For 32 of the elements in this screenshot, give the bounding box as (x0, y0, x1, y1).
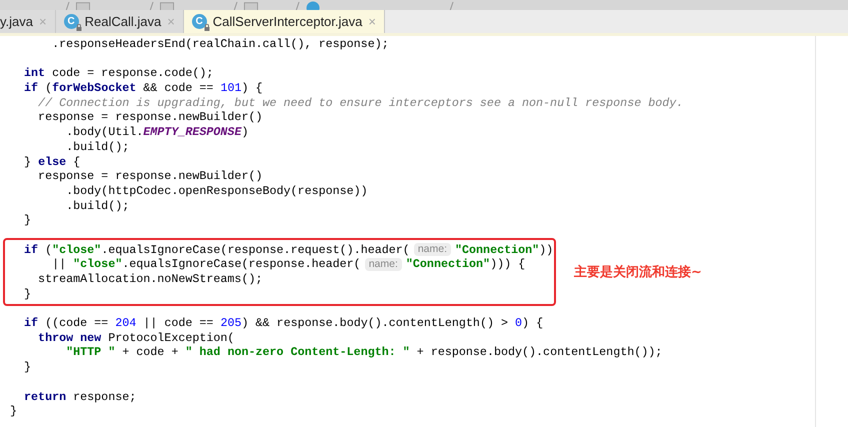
code-text: int code = response.code(); (23, 66, 214, 82)
code-text: } (10, 404, 18, 419)
code-text: "Connection")) (455, 242, 554, 258)
parameter-hint: name: (414, 243, 451, 256)
code-text: response = response.newBuilder() (37, 110, 262, 126)
code-text: if (forWebSocket && code == 101) { (23, 81, 263, 96)
code-text: .body(httpCodec.openResponseBody(response)) (65, 184, 368, 199)
code-text: } (23, 213, 32, 228)
editor-tab[interactable]: C CallServerInterceptor.java × (184, 10, 385, 33)
code-text: throw new ProtocolException( (37, 330, 234, 346)
annotation-text: 主要是关闭流和连接~ (574, 264, 702, 281)
code-text: if ((code == 204 || code == 205) && response.body().contentLength() > 0) { (23, 316, 544, 331)
code-text: } else { (23, 154, 80, 170)
code-text: || "close".equalsIgnoreCase(response.header( (51, 257, 361, 272)
code-text: // Connection is upgrading, but we need to ensure interceptors see a non-null response body. (37, 96, 684, 110)
parameter-hint: name: (364, 258, 402, 272)
class-icon: C (64, 14, 79, 29)
code-text: } (23, 286, 32, 302)
editor-tab[interactable]: y.java × (0, 10, 56, 33)
code-text: return response; (23, 390, 136, 404)
code-text: streamAllocation.noNewStreams(); (37, 272, 262, 287)
editor-tab[interactable]: C RealCall.java × (56, 10, 184, 33)
class-icon: C (192, 14, 207, 29)
code-text: .responseHeadersEnd(realChain.call(), response); (51, 37, 389, 52)
code-text: .build(); (65, 140, 130, 155)
code-text: response = response.newBuilder() (37, 169, 262, 184)
code-text: .body(Util.EMPTY_RESPONSE) (65, 125, 248, 140)
code-text: "HTTP " + code + " had non-zero Content-Length: " + response.body().contentLength()); (65, 345, 662, 360)
code-text: "Connection"))) { (406, 257, 526, 272)
code-text: if ("close".equalsIgnoreCase(response.request().header( (23, 242, 410, 258)
code-text: } (23, 360, 32, 375)
code-text: .build(); (65, 198, 130, 214)
